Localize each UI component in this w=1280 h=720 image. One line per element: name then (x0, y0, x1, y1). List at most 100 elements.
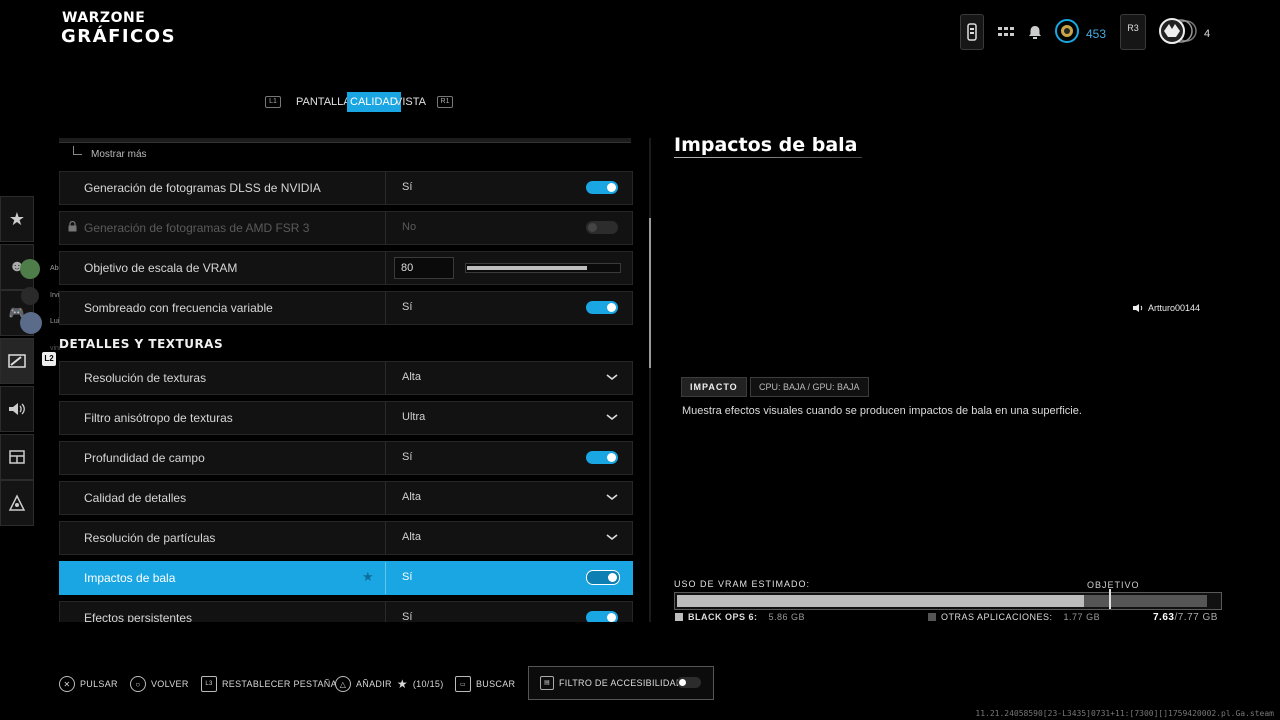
voice-speaker-icon (1132, 302, 1144, 316)
divider (385, 522, 386, 554)
divider (385, 212, 386, 244)
press-label: PULSAR (80, 679, 118, 689)
vram-usage-bar (674, 589, 1222, 610)
rail-interface[interactable] (0, 434, 34, 480)
reset-tab-label: RESTABLECER PESTAÑA (222, 679, 337, 689)
divider (385, 362, 386, 394)
scrollbar-thumb[interactable] (649, 218, 651, 368)
rail-audio[interactable] (0, 386, 34, 432)
vram-total: 7.63/7.77 GB (1153, 612, 1218, 623)
setting-label: Impactos de bala (84, 571, 176, 585)
chevron-down-icon (606, 494, 618, 501)
vram-scale-input[interactable]: 80 (394, 257, 454, 279)
friend-avatar[interactable] (20, 259, 40, 279)
setting-row-texture-resolution[interactable]: Resolución de texturas Alta (59, 361, 633, 395)
controller-battery-icon[interactable] (960, 14, 984, 50)
interface-icon (9, 450, 25, 464)
rail-network[interactable] (0, 480, 34, 526)
setting-row-vram-scale[interactable]: Objetivo de escala de VRAM 80 (59, 251, 633, 285)
add-favorite-hint[interactable]: △ AÑADIR ★ (10/15) (335, 676, 444, 692)
vram-used-value: 7.63 (1153, 612, 1175, 623)
setting-row-depth-of-field[interactable]: Profundidad de campo Sí (59, 441, 633, 475)
setting-value: No (402, 221, 417, 233)
tab-vista[interactable]: VISTA (392, 92, 429, 112)
setting-row-persistent-effects[interactable]: Efectos persistentes Sí (59, 601, 633, 622)
player-level: 453 (1086, 27, 1107, 41)
divider (385, 442, 386, 474)
divider (385, 602, 386, 622)
divider (385, 402, 386, 434)
prestige-emblem-icon[interactable] (1154, 16, 1198, 46)
setting-value: Sí (402, 181, 413, 193)
setting-label: Resolución de texturas (84, 371, 207, 385)
press-hint[interactable]: ✕ PULSAR (59, 676, 118, 692)
setting-description: Muestra efectos visuales cuando se produ… (682, 405, 1082, 417)
chevron-down-icon (606, 374, 618, 381)
toggle-switch[interactable] (586, 611, 618, 622)
l1-tab-button[interactable]: L1 (265, 96, 281, 108)
setting-row-particle-resolution[interactable]: Resolución de partículas Alta (59, 521, 633, 555)
setting-row-fsr3-frame-gen: Generación de fotogramas de AMD FSR 3 No (59, 211, 633, 245)
accessibility-filter-toggle[interactable] (677, 677, 701, 688)
rank-emblem-icon[interactable] (1054, 18, 1080, 44)
divider (385, 172, 386, 204)
circle-button-icon: ○ (130, 676, 146, 692)
network-icon (8, 494, 26, 511)
setting-value: Ultra (402, 411, 426, 423)
voice-chat-name: Artturo00144 (1148, 303, 1201, 313)
vram-target-label: OBJETIVO (1087, 580, 1140, 590)
scrollbar-track[interactable] (649, 138, 651, 622)
setting-row-detail-quality[interactable]: Calidad de detalles Alta (59, 481, 633, 515)
grid-menu-icon[interactable] (996, 22, 1016, 42)
tab-pantalla[interactable]: PANTALLA (293, 92, 354, 112)
page-title: GRÁFICOS (61, 26, 177, 47)
vram-usage-label: USO DE VRAM ESTIMADO: (674, 579, 811, 589)
toggle-switch[interactable] (586, 301, 618, 314)
friend-avatar[interactable] (20, 312, 42, 334)
toggle-switch[interactable] (586, 570, 620, 585)
setting-value: Sí (402, 611, 413, 622)
setting-value: Sí (402, 301, 413, 313)
speaker-icon (9, 403, 25, 415)
reset-tab-hint[interactable]: L3 RESTABLECER PESTAÑA (201, 676, 337, 692)
legend-other-value: 1.77 GB (1063, 612, 1101, 622)
vram-total-value: /7.77 GB (1174, 612, 1218, 623)
search-label: BUSCAR (476, 679, 516, 689)
back-hint[interactable]: ○ VOLVER (130, 676, 189, 692)
favorite-star-icon[interactable]: ★ (362, 569, 374, 585)
graphics-icon (8, 354, 26, 368)
setting-label: Calidad de detalles (84, 491, 187, 505)
toggle-switch[interactable] (586, 451, 618, 464)
l3-button-icon: L3 (201, 676, 217, 692)
toggle-switch[interactable] (586, 181, 618, 194)
r1-tab-button[interactable]: R1 (437, 96, 453, 108)
vram-scale-slider[interactable] (465, 263, 621, 273)
cpu-gpu-tag: CPU: BAJA / GPU: BAJA (750, 377, 869, 397)
setting-row-vrs[interactable]: Sombreado con frecuencia variable Sí (59, 291, 633, 325)
vram-other-fill (1084, 595, 1207, 607)
accessibility-filter-label: FILTRO DE ACCESIBILIDAD (559, 678, 683, 688)
legend-swatch (675, 613, 683, 621)
setting-label: Efectos persistentes (84, 611, 193, 622)
lock-icon (68, 220, 77, 235)
section-title: DETALLES Y TEXTURAS (59, 337, 224, 351)
rail-favorites[interactable]: ★ (0, 196, 34, 242)
rail-graphics[interactable] (0, 338, 34, 384)
setting-label: Generación de fotogramas de AMD FSR 3 (84, 221, 310, 235)
setting-row-dlss-frame-gen[interactable]: Generación de fotogramas DLSS de NVIDIA … (59, 171, 633, 205)
l2-button[interactable]: L2 (42, 352, 56, 366)
toggle-switch (586, 221, 618, 234)
chevron-down-icon (606, 414, 618, 421)
search-hint[interactable]: ▭ BUSCAR (455, 676, 515, 692)
setting-row-anisotropic-filter[interactable]: Filtro anisótropo de texturas Ultra (59, 401, 633, 435)
setting-row-bullet-impacts[interactable]: Impactos de bala ★ Sí (59, 561, 633, 595)
previous-row-edge (59, 138, 631, 143)
prestige-count: 4 (1204, 28, 1211, 40)
accessibility-filter[interactable]: ▤ FILTRO DE ACCESIBILIDAD (528, 666, 714, 700)
setting-label: Filtro anisótropo de texturas (84, 411, 233, 425)
friend-avatar[interactable] (21, 287, 39, 305)
notifications-bell-icon[interactable] (1025, 22, 1045, 42)
show-more-link[interactable]: Mostrar más (91, 149, 147, 160)
divider (385, 562, 386, 594)
r3-button[interactable]: R3 (1120, 14, 1146, 50)
